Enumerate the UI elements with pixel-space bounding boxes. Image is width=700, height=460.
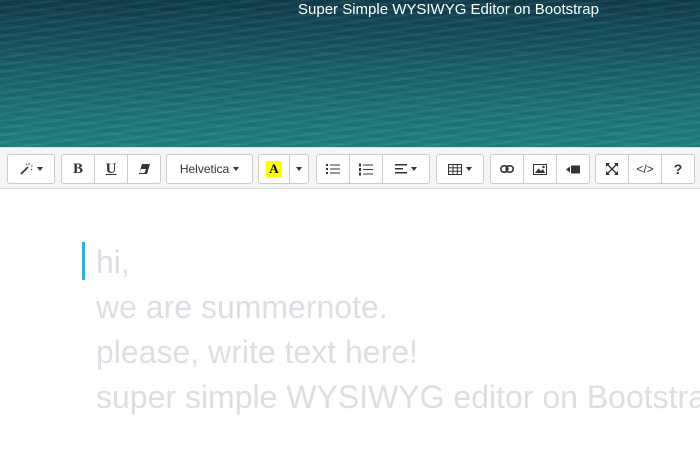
underline-button[interactable]: U [94,154,128,184]
font-name-dropdown[interactable]: Helvetica [166,154,253,184]
eraser-icon [138,164,150,174]
picture-button[interactable] [523,154,557,184]
magic-wand-icon [20,163,33,175]
ordered-list-button[interactable] [349,154,383,184]
paragraph-group [316,154,430,184]
fullscreen-icon [606,163,618,175]
ordered-list-icon [359,163,373,175]
placeholder-line: super simple WYSIWYG editor on Bootstrap [96,379,700,415]
placeholder-line: we are summernote. [96,289,388,325]
video-icon [566,165,580,173]
table-icon [448,163,462,175]
color-group: A [258,154,309,184]
hero-tagline: Super Simple WYSIWYG Editor on Bootstrap [298,1,599,18]
placeholder-line: please, write text here! [96,334,418,370]
placeholder-text: hi, we are summernote. please, write tex… [96,240,700,420]
bold-button[interactable]: B [61,154,95,184]
align-left-icon [395,164,407,174]
summernote-editor: B U Helvetica A </> ? hi, we are summern… [0,147,700,460]
font-name-value: Helvetica [179,162,230,176]
caret-down-icon [37,167,43,171]
view-group: </> ? [595,154,695,184]
table-dropdown-button[interactable] [436,154,484,184]
link-icon [500,165,514,173]
insert-group [490,154,590,184]
unordered-list-icon [326,164,340,174]
editor-toolbar: B U Helvetica A </> ? [0,147,700,189]
placeholder-line: hi, [96,244,130,280]
table-group [436,154,484,184]
caret-down-icon [411,167,417,171]
text-cursor [82,242,85,280]
caret-down-icon [296,167,302,171]
picture-icon [533,163,547,175]
color-dropdown-button[interactable] [289,154,309,184]
font-style-group: B U [61,154,161,184]
recent-color-button[interactable]: A [258,154,290,184]
codeview-button[interactable]: </> [628,154,662,184]
link-button[interactable] [490,154,524,184]
caret-down-icon [466,167,472,171]
style-dropdown-button[interactable] [7,154,55,184]
caret-down-icon [233,167,240,171]
paragraph-align-dropdown[interactable] [382,154,430,184]
hero-banner: Super Simple WYSIWYG Editor on Bootstrap [0,0,700,150]
font-name-group: Helvetica [166,154,253,184]
editable-area[interactable]: hi, we are summernote. please, write tex… [0,190,700,460]
clear-format-button[interactable] [127,154,161,184]
fullscreen-button[interactable] [595,154,629,184]
style-group [7,154,55,184]
unordered-list-button[interactable] [316,154,350,184]
help-button[interactable]: ? [661,154,695,184]
font-color-icon: A [266,161,282,177]
video-button[interactable] [556,154,590,184]
